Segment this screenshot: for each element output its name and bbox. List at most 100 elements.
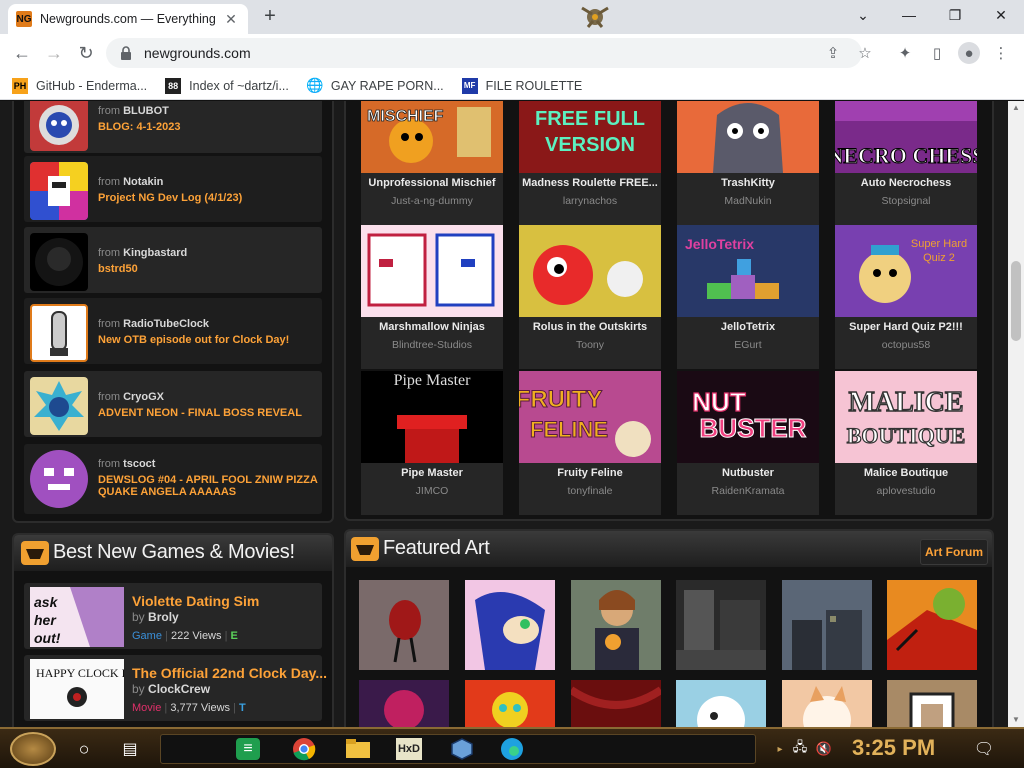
game-author[interactable]: Toony bbox=[519, 339, 661, 351]
feed-user[interactable]: Kingbastard bbox=[123, 247, 187, 259]
game-card[interactable]: Rolus in the Outskirts Toony bbox=[519, 225, 661, 369]
feed-message[interactable]: bstrd50 bbox=[98, 263, 318, 275]
feed-user[interactable]: RadioTubeClock bbox=[123, 318, 209, 330]
feed-item[interactable]: from Notakin Project NG Dev Log (4/1/23) bbox=[24, 156, 322, 222]
best-new-item[interactable]: ask her out! Violette Dating Sim by Broly … bbox=[24, 583, 322, 649]
game-author[interactable]: Stopsignal bbox=[835, 195, 977, 207]
game-card[interactable]: MALICE BOUTIQUE Malice Boutique aplovestu… bbox=[835, 371, 977, 515]
art-thumbnail[interactable] bbox=[887, 580, 977, 670]
scrollbar-thumb[interactable] bbox=[1011, 261, 1021, 341]
virtualbox-icon[interactable] bbox=[448, 736, 476, 762]
game-author[interactable]: MadNukin bbox=[677, 195, 819, 207]
feed-item[interactable]: from RadioTubeClock New OTB episode out … bbox=[24, 298, 322, 364]
sheets-icon[interactable]: ≡ bbox=[236, 738, 260, 760]
art-forum-button[interactable]: Art Forum bbox=[920, 539, 988, 565]
svg-text:VERSION: VERSION bbox=[545, 134, 635, 156]
game-author[interactable]: larrynachos bbox=[519, 195, 661, 207]
game-card[interactable]: Pipe Master Pipe Master JIMCO bbox=[361, 371, 503, 515]
bookmark-star-icon[interactable]: ☆ bbox=[854, 42, 876, 64]
reload-button[interactable]: ↻ bbox=[72, 40, 100, 66]
side-panel-icon[interactable]: ▯ bbox=[926, 42, 948, 64]
tab-newgrounds[interactable]: NG Newgrounds.com — Everything ✕ bbox=[8, 4, 248, 34]
art-thumbnail[interactable] bbox=[676, 580, 766, 670]
art-thumbnail[interactable] bbox=[465, 680, 555, 727]
address-bar[interactable]: newgrounds.com bbox=[106, 38, 862, 68]
feed-message[interactable]: ADVENT NEON - FINAL BOSS REVEAL bbox=[98, 407, 318, 419]
close-tab-icon[interactable]: ✕ bbox=[222, 11, 240, 28]
best-new-title[interactable]: The Official 22nd Clock Day... bbox=[132, 665, 327, 681]
feed-item[interactable]: from BLUBOT BLOG: 4-1-2023 bbox=[24, 101, 322, 153]
bookmark-index[interactable]: 88 Index of ~dartz/i... bbox=[165, 77, 289, 94]
profile-avatar-icon[interactable]: ● bbox=[958, 42, 980, 64]
bookmark-github[interactable]: PH GitHub - Enderma... bbox=[12, 77, 147, 94]
menu-icon[interactable]: ⋮ bbox=[990, 42, 1012, 64]
game-author[interactable]: Just-a-ng-dummy bbox=[361, 195, 503, 207]
page-scrollbar[interactable]: ▲ ▼ bbox=[1008, 101, 1024, 727]
bookmark-file-roulette[interactable]: MF FILE ROULETTE bbox=[461, 77, 582, 94]
game-card[interactable]: JelloTetrix JelloTetrix EGurt bbox=[677, 225, 819, 369]
feed-message[interactable]: DEWSLOG #04 - APRIL FOOL ZNIW PIZZA QUAK… bbox=[98, 474, 318, 498]
scroll-up-icon[interactable]: ▲ bbox=[1012, 103, 1020, 112]
art-thumbnail[interactable] bbox=[359, 680, 449, 727]
start-button[interactable] bbox=[10, 732, 56, 766]
art-thumbnail[interactable] bbox=[782, 680, 872, 727]
game-card[interactable]: FREE FULL VERSION Madness Roulette FREE..… bbox=[519, 101, 661, 225]
feed-item[interactable]: from CryoGX ADVENT NEON - FINAL BOSS REV… bbox=[24, 371, 322, 437]
art-thumbnail[interactable] bbox=[359, 580, 449, 670]
feed-item[interactable]: from Kingbastard bstrd50 bbox=[24, 227, 322, 293]
taskbar-clock[interactable]: 3:25 PM bbox=[852, 735, 935, 761]
share-icon[interactable]: ⇪ bbox=[822, 42, 844, 64]
feed-user[interactable]: CryoGX bbox=[123, 391, 164, 403]
game-author[interactable]: octopus58 bbox=[835, 339, 977, 351]
volume-muted-icon[interactable]: 🔇 bbox=[810, 736, 838, 762]
best-new-title[interactable]: Violette Dating Sim bbox=[132, 593, 259, 609]
extensions-icon[interactable]: ✦ bbox=[894, 42, 916, 64]
scroll-down-icon[interactable]: ▼ bbox=[1012, 715, 1020, 724]
feed-user[interactable]: tscoct bbox=[123, 458, 155, 470]
feed-user[interactable]: BLUBOT bbox=[123, 105, 169, 117]
notification-icon[interactable]: 🗨 bbox=[970, 736, 998, 762]
art-thumbnail[interactable] bbox=[571, 580, 661, 670]
bookmark-third[interactable]: 🌐 GAY RAPE PORN... bbox=[306, 77, 443, 94]
game-card[interactable]: NUT BUSTER Nutbuster RaidenKramata bbox=[677, 371, 819, 515]
best-new-item[interactable]: HAPPY CLOCK DAY The Official 22nd Clock … bbox=[24, 655, 327, 721]
type-label[interactable]: Movie bbox=[132, 702, 161, 714]
game-card[interactable]: FRUITY FELINE Fruity Feline tonyfinale bbox=[519, 371, 661, 515]
game-author[interactable]: aplovestudio bbox=[835, 485, 977, 497]
game-card[interactable]: NECRO CHESS Auto Necrochess Stopsignal bbox=[835, 101, 977, 225]
tab-search-icon[interactable]: ⌄ bbox=[840, 0, 886, 30]
forward-button[interactable]: → bbox=[40, 40, 68, 66]
game-card[interactable]: Super Hard Quiz 2 Super Hard Quiz P2!!! o… bbox=[835, 225, 977, 369]
feed-message[interactable]: BLOG: 4-1-2023 bbox=[98, 121, 318, 133]
game-author[interactable]: tonyfinale bbox=[519, 485, 661, 497]
feed-message[interactable]: New OTB episode out for Clock Day! bbox=[98, 334, 318, 346]
game-card[interactable]: Marshmallow Ninjas Blindtree-Studios bbox=[361, 225, 503, 369]
art-thumbnail[interactable] bbox=[465, 580, 555, 670]
game-author[interactable]: EGurt bbox=[677, 339, 819, 351]
hxd-icon[interactable]: HxD bbox=[396, 738, 422, 760]
art-thumbnail[interactable] bbox=[676, 680, 766, 727]
minimize-button[interactable]: — bbox=[886, 0, 932, 30]
feed-user[interactable]: Notakin bbox=[123, 176, 163, 188]
feed-item[interactable]: from tscoct DEWSLOG #04 - APRIL FOOL ZNI… bbox=[24, 444, 322, 514]
chrome-icon[interactable] bbox=[290, 736, 318, 762]
back-button[interactable]: ← bbox=[8, 40, 36, 66]
file-explorer-icon[interactable] bbox=[344, 736, 372, 762]
art-thumbnail[interactable] bbox=[887, 680, 977, 727]
game-card[interactable]: MISCHIEF Unprofessional Mischief Just-a-… bbox=[361, 101, 503, 225]
new-tab-button[interactable]: + bbox=[258, 5, 282, 28]
cortana-icon[interactable]: ○ bbox=[70, 736, 98, 762]
game-author[interactable]: RaidenKramata bbox=[677, 485, 819, 497]
svg-text:ask: ask bbox=[34, 594, 59, 610]
game-author[interactable]: JIMCO bbox=[361, 485, 503, 497]
edge-icon[interactable] bbox=[498, 736, 526, 762]
restore-button[interactable]: ❐ bbox=[932, 0, 978, 30]
art-thumbnail[interactable] bbox=[782, 580, 872, 670]
task-view-icon[interactable]: ▤ bbox=[116, 736, 144, 762]
type-label[interactable]: Game bbox=[132, 630, 162, 642]
game-card[interactable]: TrashKitty MadNukin bbox=[677, 101, 819, 225]
feed-message[interactable]: Project NG Dev Log (4/1/23) bbox=[98, 192, 318, 204]
game-author[interactable]: Blindtree-Studios bbox=[361, 339, 503, 351]
close-window-button[interactable]: ✕ bbox=[978, 0, 1024, 30]
art-thumbnail[interactable] bbox=[571, 680, 661, 727]
